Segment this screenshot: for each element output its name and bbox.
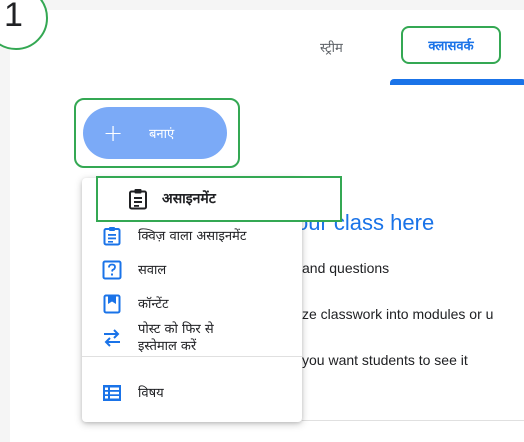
menu-item-label: कॉन्टेंट: [138, 296, 169, 312]
plus-icon: +: [103, 119, 124, 147]
tab-classwork-label: क्लासवर्क: [428, 39, 474, 54]
menu-item-quiz-assignment[interactable]: क्विज़ वाला असाइनमेंट: [82, 224, 302, 248]
menu-item-assignment[interactable]: असाइनमेंट: [96, 176, 342, 222]
quiz-assignment-icon: [102, 226, 122, 246]
empty-state-line: you want students to see it: [302, 352, 468, 368]
reuse-post-icon: [102, 328, 122, 348]
create-button[interactable]: + बनाएं: [83, 107, 227, 159]
tab-classwork[interactable]: क्लासवर्क: [401, 26, 501, 64]
menu-item-question[interactable]: सवाल: [82, 258, 302, 282]
menu-item-label: विषय: [138, 385, 164, 401]
menu-item-label: पोस्ट को फिर से इस्तेमाल करें: [138, 321, 214, 355]
question-icon: [102, 260, 122, 280]
menu-item-label-line: इस्तेमाल करें: [138, 339, 197, 354]
classroom-page: स्ट्रीम क्लासवर्क + बनाएं our class here…: [10, 10, 524, 442]
menu-item-label: क्विज़ वाला असाइनमेंट: [138, 228, 247, 244]
menu-item-reuse-post[interactable]: पोस्ट को फिर से इस्तेमाल करें: [82, 320, 302, 356]
empty-state-line: and questions: [302, 260, 390, 276]
section-divider: [302, 420, 524, 421]
menu-item-label: सवाल: [138, 262, 167, 278]
menu-item-label: असाइनमेंट: [162, 191, 216, 207]
empty-state-line: ze classwork into modules or u: [302, 306, 494, 322]
menu-item-label-line: पोस्ट को फिर से: [138, 322, 214, 337]
menu-item-material[interactable]: कॉन्टेंट: [82, 292, 302, 316]
topic-icon: [102, 383, 122, 403]
material-icon: [102, 294, 122, 314]
menu-item-topic[interactable]: विषय: [82, 381, 302, 405]
assignment-icon: [128, 188, 150, 210]
menu-divider: [82, 356, 302, 357]
tab-stream[interactable]: स्ट्रीम: [320, 38, 343, 56]
create-button-label: बनाएं: [149, 127, 175, 142]
active-tab-indicator: [390, 79, 524, 85]
step-number: 1: [4, 0, 23, 34]
